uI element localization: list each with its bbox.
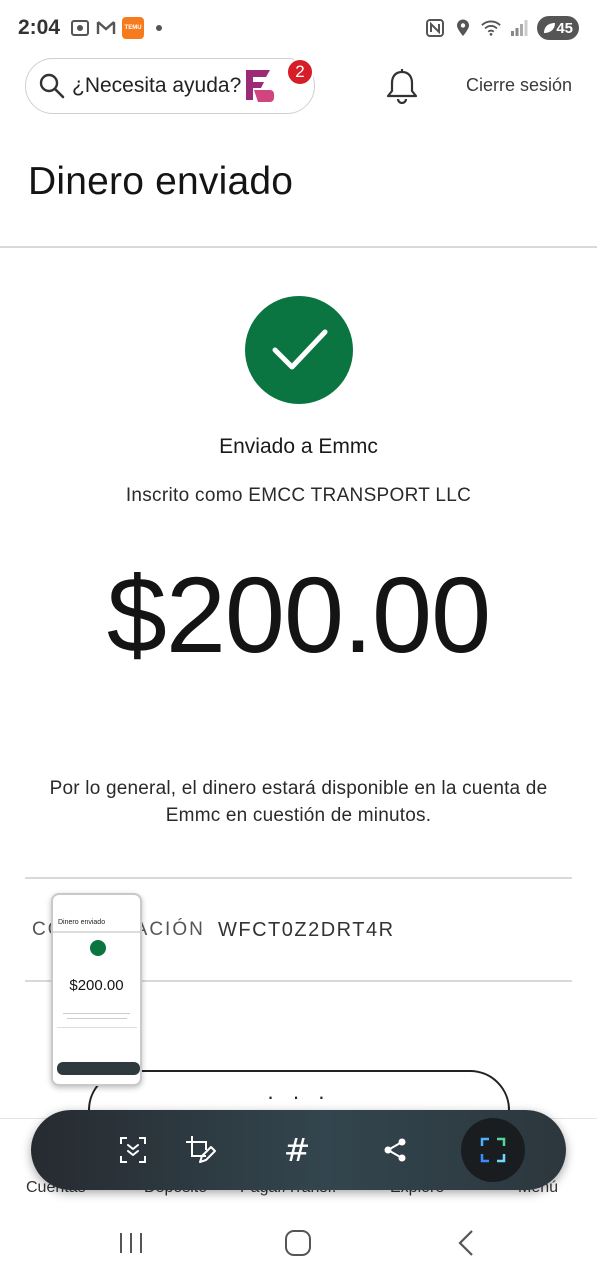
home-button[interactable] — [278, 1228, 318, 1258]
notification-badge: 2 — [286, 58, 314, 86]
app-header: ¿Necesita ayuda? 2 Cierre sesión — [0, 56, 597, 120]
location-icon — [453, 19, 473, 37]
signal-icon — [509, 19, 529, 37]
temu-label: TEMU — [124, 24, 142, 31]
wifi-icon — [481, 19, 501, 37]
help-search-text: ¿Necesita ayuda? — [72, 74, 242, 97]
crop-edit-icon — [186, 1136, 216, 1163]
success-check-icon — [245, 296, 353, 404]
thumbnail-divider — [53, 931, 140, 933]
thumbnail-toolbar — [57, 1062, 140, 1075]
recent-apps-button[interactable] — [111, 1228, 151, 1258]
page-title: Dinero enviado — [28, 160, 294, 203]
power-saving-icon — [544, 23, 555, 33]
thumbnail-check-icon — [90, 940, 106, 956]
status-left-icons: TEMU — [70, 17, 163, 39]
availability-note: Por lo general, el dinero estará disponi… — [49, 778, 548, 826]
back-icon — [458, 1230, 473, 1256]
hashtag-icon: # — [283, 1131, 311, 1169]
title-divider — [0, 246, 597, 248]
battery-indicator: 45 — [537, 16, 579, 40]
recent-apps-icon — [120, 1233, 142, 1253]
confirmation-divider-top — [25, 877, 572, 879]
screenshot-notification-icon — [70, 19, 90, 37]
battery-level: 45 — [556, 19, 573, 37]
tag-button[interactable]: # — [273, 1126, 321, 1174]
capture-button[interactable] — [461, 1118, 525, 1182]
amount-sent: $200.00 — [106, 554, 491, 675]
nfc-icon — [425, 19, 445, 37]
screenshot-toolbar: # — [31, 1110, 566, 1190]
scroll-capture-icon — [120, 1137, 146, 1163]
back-button[interactable] — [446, 1228, 486, 1258]
scroll-capture-button[interactable] — [109, 1126, 157, 1174]
screenshot-preview-thumbnail[interactable]: Dinero enviado $200.00 — [51, 893, 142, 1086]
fargo-assistant-icon[interactable] — [240, 64, 280, 104]
status-right-icons: 45 — [425, 16, 579, 40]
thumbnail-title: Dinero enviado — [58, 919, 106, 926]
search-icon — [39, 73, 65, 99]
thumbnail-amount: $200.00 — [69, 977, 124, 994]
thumbnail-text-line — [67, 1018, 127, 1019]
capture-icon — [480, 1137, 506, 1163]
sent-to-text: Enviado a Emmc — [219, 435, 378, 458]
share-button[interactable] — [371, 1126, 419, 1174]
confirmation-number: WFCT0Z2DRT4R — [218, 919, 395, 941]
logout-link[interactable]: Cierre sesión — [466, 75, 572, 96]
bell-icon[interactable] — [384, 68, 420, 104]
more-notifications-dot — [156, 25, 163, 31]
home-icon — [285, 1230, 311, 1256]
status-time: 2:04 — [18, 16, 61, 39]
thumbnail-text-line — [63, 1013, 130, 1014]
thumbnail-divider — [57, 1027, 137, 1028]
status-bar: 2:04 TEMU 45 — [0, 0, 597, 56]
crop-edit-button[interactable] — [176, 1126, 224, 1174]
gmail-icon — [96, 19, 116, 37]
share-icon — [384, 1138, 406, 1162]
system-nav-bar — [0, 1206, 597, 1280]
temu-app-icon: TEMU — [122, 17, 145, 39]
enrolled-as-text: Inscrito como EMCC TRANSPORT LLC — [125, 485, 472, 506]
